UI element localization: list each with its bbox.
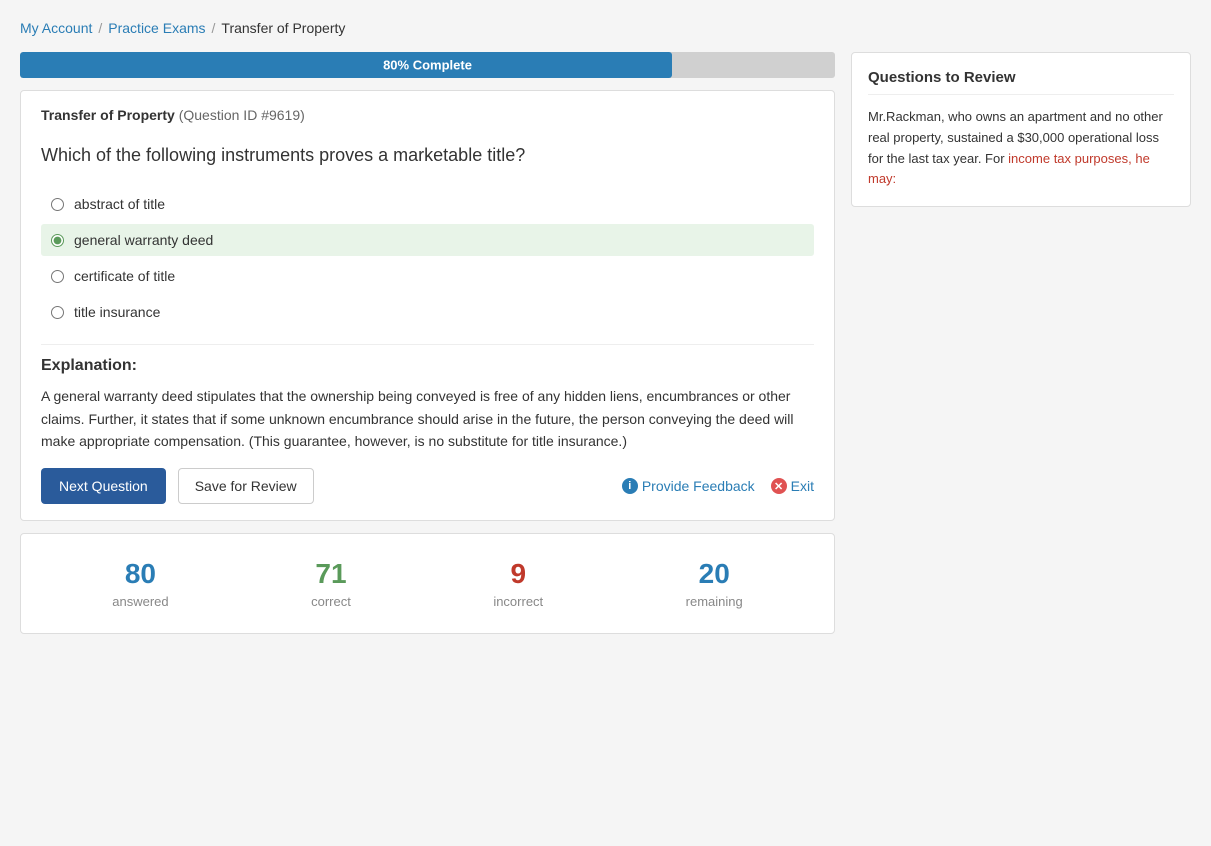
question-id: (Question ID #9619) — [179, 107, 305, 123]
option-1[interactable]: abstract of title — [41, 188, 814, 220]
stat-correct-label: correct — [311, 594, 351, 609]
next-question-button[interactable]: Next Question — [41, 468, 166, 504]
option-radio-2[interactable] — [51, 234, 64, 247]
action-bar: Next Question Save for Review i Provide … — [41, 468, 814, 504]
progress-label: 80% Complete — [383, 58, 472, 73]
breadcrumb-separator-1: / — [98, 20, 102, 36]
breadcrumb-practice-exams[interactable]: Practice Exams — [108, 20, 205, 36]
stat-remaining-label: remaining — [686, 594, 743, 609]
exit-link[interactable]: ✕ Exit — [771, 478, 814, 494]
action-right: i Provide Feedback ✕ Exit — [622, 478, 814, 494]
option-4[interactable]: title insurance — [41, 296, 814, 328]
question-title: Transfer of Property — [41, 107, 175, 123]
breadcrumb-current: Transfer of Property — [221, 20, 345, 36]
option-label-1[interactable]: abstract of title — [74, 196, 165, 212]
stat-correct-value: 71 — [311, 558, 351, 590]
option-2[interactable]: general warranty deed — [41, 224, 814, 256]
option-label-3[interactable]: certificate of title — [74, 268, 175, 284]
explanation-section: Explanation: A general warranty deed sti… — [41, 357, 814, 452]
exit-label: Exit — [791, 478, 814, 494]
stats-card: 80 answered 71 correct 9 incorrect 20 re… — [20, 533, 835, 634]
breadcrumb-my-account[interactable]: My Account — [20, 20, 92, 36]
progress-bar-container: 80% Complete — [20, 52, 835, 78]
stat-remaining-value: 20 — [686, 558, 743, 590]
stat-incorrect-value: 9 — [493, 558, 543, 590]
question-text: Which of the following instruments prove… — [41, 143, 814, 168]
option-radio-1[interactable] — [51, 198, 64, 211]
breadcrumb: My Account / Practice Exams / Transfer o… — [20, 10, 1191, 52]
option-radio-4[interactable] — [51, 306, 64, 319]
question-header: Transfer of Property (Question ID #9619) — [41, 107, 814, 131]
stat-incorrect: 9 incorrect — [493, 558, 543, 609]
option-label-4[interactable]: title insurance — [74, 304, 160, 320]
info-icon: i — [622, 478, 638, 494]
option-3[interactable]: certificate of title — [41, 260, 814, 292]
stat-incorrect-label: incorrect — [493, 594, 543, 609]
divider — [41, 344, 814, 345]
stat-answered-label: answered — [112, 594, 168, 609]
explanation-title: Explanation: — [41, 357, 814, 375]
stat-correct: 71 correct — [311, 558, 351, 609]
question-card: Transfer of Property (Question ID #9619)… — [20, 90, 835, 521]
stat-answered: 80 answered — [112, 558, 168, 609]
review-card: Questions to Review Mr.Rackman, who owns… — [851, 52, 1191, 207]
options-list: abstract of title general warranty deed … — [41, 188, 814, 328]
explanation-text: A general warranty deed stipulates that … — [41, 385, 814, 452]
provide-feedback-link[interactable]: i Provide Feedback — [622, 478, 755, 494]
option-label-2[interactable]: general warranty deed — [74, 232, 213, 248]
feedback-label: Provide Feedback — [642, 478, 755, 494]
review-card-title: Questions to Review — [868, 69, 1174, 95]
save-for-review-button[interactable]: Save for Review — [178, 468, 314, 504]
stat-remaining: 20 remaining — [686, 558, 743, 609]
progress-bar-fill — [20, 52, 672, 78]
review-item-text: Mr.Rackman, who owns an apartment and no… — [868, 107, 1174, 190]
breadcrumb-separator-2: / — [212, 20, 216, 36]
exit-icon: ✕ — [771, 478, 787, 494]
option-radio-3[interactable] — [51, 270, 64, 283]
right-panel: Questions to Review Mr.Rackman, who owns… — [851, 52, 1191, 207]
stat-answered-value: 80 — [112, 558, 168, 590]
